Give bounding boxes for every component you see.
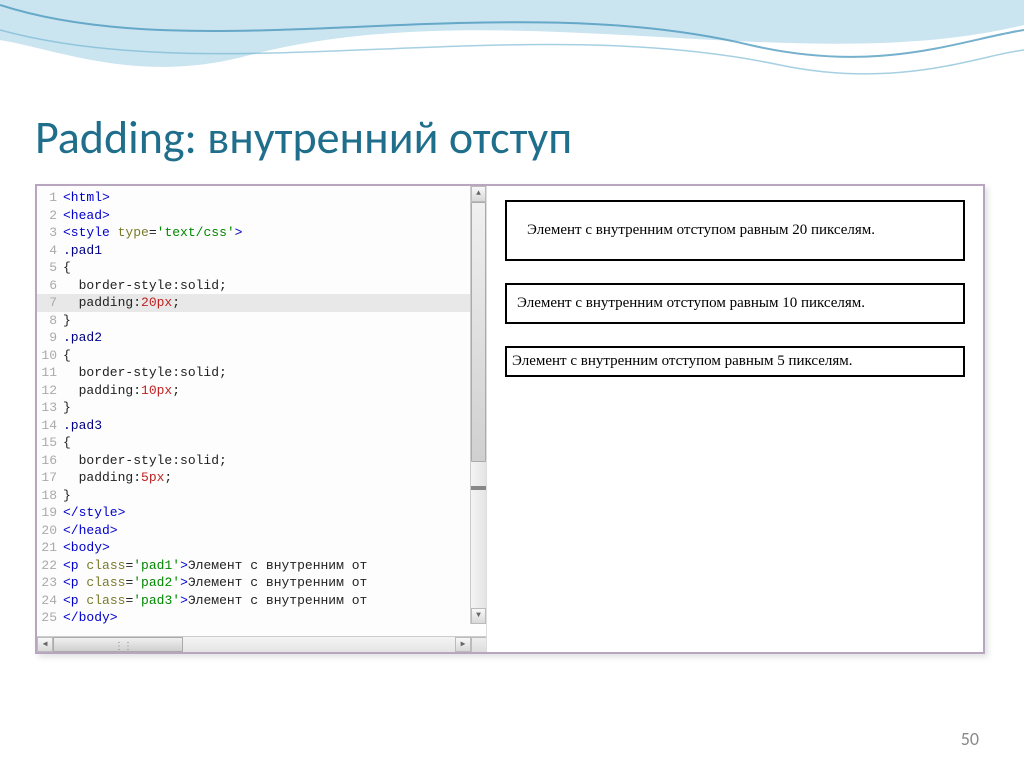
code-editor-pane: 1<html>2<head>3<style type='text/css'>4.… — [37, 186, 487, 652]
code-line: 16 border-style:solid; — [37, 452, 486, 470]
vertical-scrollbar[interactable]: ▲ ▼ — [470, 186, 486, 624]
horizontal-scroll-thumb[interactable]: ⋮⋮ — [53, 637, 183, 652]
code-line: 23<p class='pad2'>Элемент с внутренним о… — [37, 574, 486, 592]
horizontal-scrollbar[interactable]: ◀ ⋮⋮ ▶ — [37, 636, 487, 652]
code-lines: 1<html>2<head>3<style type='text/css'>4.… — [37, 186, 486, 626]
code-line: 4.pad1 — [37, 242, 486, 260]
code-line: 12 padding:10px; — [37, 382, 486, 400]
code-line: 8} — [37, 312, 486, 330]
code-line: 18} — [37, 487, 486, 505]
vertical-scroll-thumb[interactable] — [471, 202, 486, 462]
padding-20-box: Элемент с внутренним отступом равным 20 … — [505, 200, 965, 261]
content-frame: 1<html>2<head>3<style type='text/css'>4.… — [35, 184, 985, 654]
code-line: 1<html> — [37, 189, 486, 207]
code-line: 19</style> — [37, 504, 486, 522]
code-line: 7 padding:20px; — [37, 294, 486, 312]
code-line: 14.pad3 — [37, 417, 486, 435]
scroll-down-button[interactable]: ▼ — [471, 608, 486, 624]
code-line: 24<p class='pad3'>Элемент с внутренним о… — [37, 592, 486, 610]
code-line: 9.pad2 — [37, 329, 486, 347]
padding-5-box: Элемент с внутренним отступом равным 5 п… — [505, 346, 965, 377]
scroll-left-button[interactable]: ◀ — [37, 637, 53, 652]
code-line: 15{ — [37, 434, 486, 452]
code-line: 11 border-style:solid; — [37, 364, 486, 382]
code-line: 2<head> — [37, 207, 486, 225]
scroll-corner — [471, 637, 487, 652]
preview-pane: Элемент с внутренним отступом равным 20 … — [487, 186, 983, 652]
code-line: 22<p class='pad1'>Элемент с внутренним о… — [37, 557, 486, 575]
code-line: 13} — [37, 399, 486, 417]
slide-title: Padding: внутренний отступ — [35, 110, 989, 166]
scroll-up-button[interactable]: ▲ — [471, 186, 486, 202]
code-line: 25</body> — [37, 609, 486, 626]
scroll-marker — [471, 486, 486, 490]
code-line: 20</head> — [37, 522, 486, 540]
page-number: 50 — [961, 728, 979, 750]
code-line: 21<body> — [37, 539, 486, 557]
code-line: 6 border-style:solid; — [37, 277, 486, 295]
code-line: 10{ — [37, 347, 486, 365]
code-line: 5{ — [37, 259, 486, 277]
scroll-right-button[interactable]: ▶ — [455, 637, 471, 652]
code-line: 17 padding:5px; — [37, 469, 486, 487]
padding-10-box: Элемент с внутренним отступом равным 10 … — [505, 283, 965, 324]
code-line: 3<style type='text/css'> — [37, 224, 486, 242]
